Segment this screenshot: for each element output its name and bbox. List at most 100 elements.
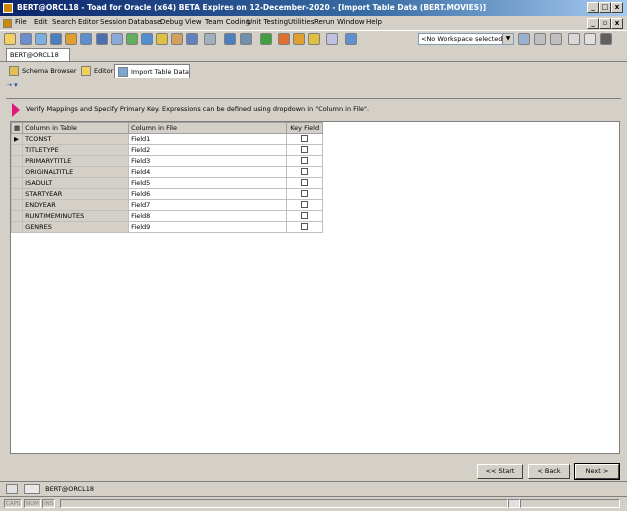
key-field-checkbox-cell[interactable] — [286, 221, 324, 233]
header-key-field[interactable]: Key Field — [286, 122, 324, 134]
tab-editor[interactable]: Editor — [78, 64, 114, 78]
favorites-icon[interactable] — [171, 33, 183, 45]
document-icon[interactable] — [3, 19, 12, 28]
window-icon[interactable] — [80, 33, 92, 45]
wand-icon[interactable] — [156, 33, 168, 45]
key-field-checkbox[interactable] — [301, 168, 309, 175]
cell-file-column[interactable]: Field9 — [128, 221, 288, 233]
rollback-icon[interactable] — [293, 33, 305, 45]
table-row[interactable]: ENDYEAR Field7 — [10, 199, 324, 211]
table-row[interactable]: ORIGINALTITLE Field4 — [10, 166, 324, 178]
mini-toolbar-arrow[interactable]: ⇢ ▾ — [6, 81, 18, 89]
grid-view-icon[interactable] — [6, 484, 18, 494]
menu-unit-testing[interactable]: Unit Testing — [247, 18, 288, 26]
workspace-new-icon[interactable] — [518, 33, 530, 45]
key-field-checkbox[interactable] — [301, 179, 309, 186]
key-field-checkbox-cell[interactable] — [286, 166, 324, 178]
tools-icon[interactable] — [204, 33, 216, 45]
menu-database[interactable]: Database — [128, 18, 161, 26]
header-column-in-file[interactable]: Column in File — [128, 122, 288, 134]
key-field-checkbox[interactable] — [301, 157, 309, 164]
child-restore-button[interactable]: ▫ — [599, 18, 611, 29]
key-field-checkbox-cell[interactable] — [286, 155, 324, 167]
query-icon[interactable] — [240, 33, 252, 45]
workspace-save-icon[interactable] — [534, 33, 546, 45]
workspace-combo[interactable]: <No Workspace selected> ▼ — [418, 33, 514, 45]
child-minimize-button[interactable]: _ — [587, 18, 599, 29]
menu-edit[interactable]: Edit — [34, 18, 48, 26]
header-column-in-table[interactable]: Column in Table — [22, 122, 130, 134]
debug-icon[interactable] — [65, 33, 77, 45]
menu-file[interactable]: File — [15, 18, 27, 26]
chevron-down-icon[interactable]: ▼ — [502, 34, 513, 44]
explain-plan-icon[interactable] — [345, 33, 357, 45]
bookmark-icon[interactable] — [584, 33, 596, 45]
cell-file-column[interactable]: Field4 — [128, 166, 288, 178]
minimize-button[interactable]: _ — [587, 2, 599, 13]
layout-icon[interactable] — [186, 33, 198, 45]
table-row[interactable]: ▶ TCONST Field1 — [10, 133, 324, 145]
execute-icon[interactable] — [260, 33, 272, 45]
cell-file-column[interactable]: Field6 — [128, 188, 288, 200]
key-field-checkbox-cell[interactable] — [286, 188, 324, 200]
key-field-checkbox-cell[interactable] — [286, 199, 324, 211]
cell-file-column[interactable]: Field3 — [128, 155, 288, 167]
team-icon[interactable] — [326, 33, 338, 45]
table-row[interactable]: TITLETYPE Field2 — [10, 144, 324, 156]
key-field-checkbox-cell[interactable] — [286, 177, 324, 189]
graduation-cap-icon[interactable] — [600, 33, 612, 45]
menu-rerun[interactable]: Rerun — [314, 18, 335, 26]
menu-view[interactable]: View — [185, 18, 202, 26]
key-field-checkbox[interactable] — [301, 212, 309, 219]
menu-debug[interactable]: Debug — [160, 18, 183, 26]
key-field-checkbox[interactable] — [301, 223, 309, 230]
cell-file-column[interactable]: Field7 — [128, 199, 288, 211]
key-field-checkbox[interactable] — [301, 201, 309, 208]
filter-icon[interactable] — [508, 499, 520, 508]
menu-search[interactable]: Search — [52, 18, 76, 26]
export-icon[interactable] — [141, 33, 153, 45]
workspace-open-icon[interactable] — [568, 33, 580, 45]
key-field-checkbox[interactable] — [301, 146, 309, 153]
key-field-checkbox-cell[interactable] — [286, 210, 324, 222]
commit-icon[interactable] — [278, 33, 290, 45]
back-button[interactable]: < Back — [528, 464, 570, 479]
session-tab[interactable]: BERT@ORCL18 — [6, 48, 70, 61]
grid-icon[interactable] — [50, 33, 62, 45]
grid-corner-icon[interactable]: ▦ — [10, 122, 24, 134]
menu-editor[interactable]: Editor — [78, 18, 99, 26]
table-row[interactable]: PRIMARYTITLE Field3 — [10, 155, 324, 167]
lock-icon[interactable] — [308, 33, 320, 45]
table-row[interactable]: ISADULT Field5 — [10, 177, 324, 189]
start-button[interactable]: << Start — [477, 464, 523, 479]
close-button[interactable]: x — [611, 2, 623, 13]
data-import-icon[interactable] — [224, 33, 236, 45]
menu-utilities[interactable]: Utilities — [288, 18, 314, 26]
schema-browser-icon[interactable] — [20, 33, 32, 45]
tab-schema-browser[interactable]: Schema Browser — [6, 64, 77, 78]
monitor-icon[interactable] — [96, 33, 108, 45]
report-icon[interactable] — [111, 33, 123, 45]
key-field-checkbox-cell[interactable] — [286, 133, 324, 145]
key-field-checkbox-cell[interactable] — [286, 144, 324, 156]
menu-session[interactable]: Session — [100, 18, 127, 26]
new-connection-icon[interactable] — [4, 33, 16, 45]
cell-file-column[interactable]: Field8 — [128, 210, 288, 222]
sql-editor-icon[interactable] — [35, 33, 47, 45]
cell-file-column[interactable]: Field2 — [128, 144, 288, 156]
menu-team-coding[interactable]: Team Coding — [205, 18, 250, 26]
next-button[interactable]: Next > — [574, 463, 620, 480]
key-field-checkbox[interactable] — [301, 135, 309, 142]
table-row[interactable]: RUNTIMEMINUTES Field8 — [10, 210, 324, 222]
cell-file-column[interactable]: Field1 — [128, 133, 288, 145]
table-row[interactable]: GENRES Field9 — [10, 221, 324, 233]
tab-import-table-data[interactable]: Import Table Data — [114, 64, 190, 78]
compare-icon[interactable] — [126, 33, 138, 45]
connection-icon[interactable] — [24, 484, 41, 494]
key-field-checkbox[interactable] — [301, 190, 309, 197]
menu-window[interactable]: Window — [337, 18, 365, 26]
maximize-button[interactable]: □ — [599, 2, 611, 13]
taskbar-session-label[interactable]: BERT@ORCL18 — [45, 485, 94, 493]
cell-file-column[interactable]: Field5 — [128, 177, 288, 189]
child-close-button[interactable]: x — [611, 18, 623, 29]
